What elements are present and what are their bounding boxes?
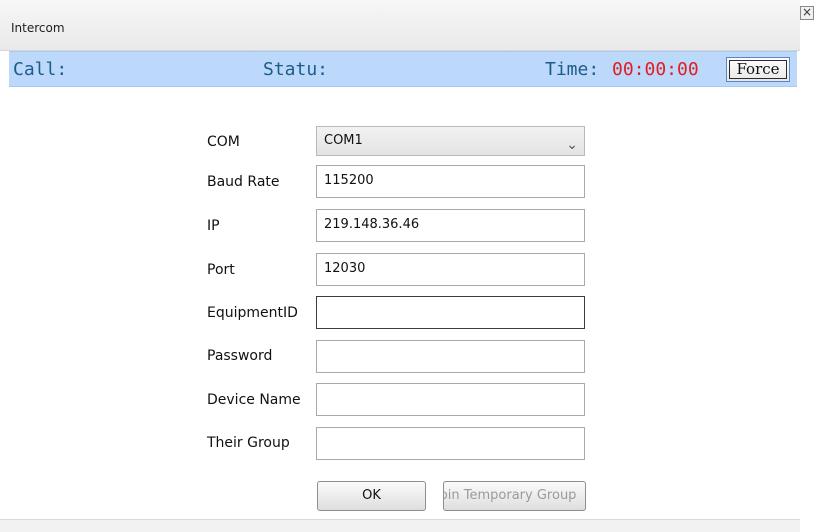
ip-field[interactable]: 219.148.36.46 bbox=[316, 209, 585, 242]
chevron-down-icon[interactable]: ⌄ bbox=[566, 131, 578, 159]
port-field[interactable]: 12030 bbox=[316, 253, 585, 286]
com-label: COM bbox=[207, 134, 240, 150]
call-label: Call: bbox=[13, 59, 68, 80]
com-select[interactable]: COM1 ⌄ bbox=[316, 126, 585, 156]
time-label: Time: bbox=[545, 59, 600, 80]
their-group-label: Their Group bbox=[207, 435, 290, 451]
status-label: Statu: bbox=[263, 59, 329, 80]
intercom-window: Intercom × Call: Statu: Time: 00:00:00 F… bbox=[0, 0, 817, 532]
ip-label: IP bbox=[207, 218, 220, 234]
com-select-value: COM1 bbox=[324, 133, 363, 148]
baud-rate-field[interactable]: 115200 bbox=[316, 165, 585, 198]
call-status-bar: Call: Statu: Time: 00:00:00 Force bbox=[9, 51, 797, 87]
baud-rate-label: Baud Rate bbox=[207, 174, 280, 190]
ok-button[interactable]: OK bbox=[317, 481, 426, 511]
device-name-label: Device Name bbox=[207, 392, 301, 408]
equipment-id-label: EquipmentID bbox=[207, 305, 298, 321]
close-icon[interactable]: × bbox=[800, 6, 814, 20]
their-group-field[interactable] bbox=[316, 427, 585, 460]
password-field[interactable] bbox=[316, 340, 585, 373]
force-button[interactable]: Force bbox=[726, 57, 790, 82]
device-name-field[interactable] bbox=[316, 383, 585, 416]
password-label: Password bbox=[207, 348, 273, 364]
title-bar: Intercom bbox=[0, 0, 800, 51]
join-temporary-group-label: Join Temporary Group bbox=[443, 488, 577, 503]
window-bottom-edge bbox=[0, 519, 800, 532]
equipment-id-field[interactable] bbox=[316, 296, 585, 329]
window-title: Intercom bbox=[11, 21, 65, 35]
time-value: 00:00:00 bbox=[612, 59, 699, 80]
join-temporary-group-button[interactable]: Join Temporary Group bbox=[443, 481, 586, 511]
port-label: Port bbox=[207, 262, 235, 278]
